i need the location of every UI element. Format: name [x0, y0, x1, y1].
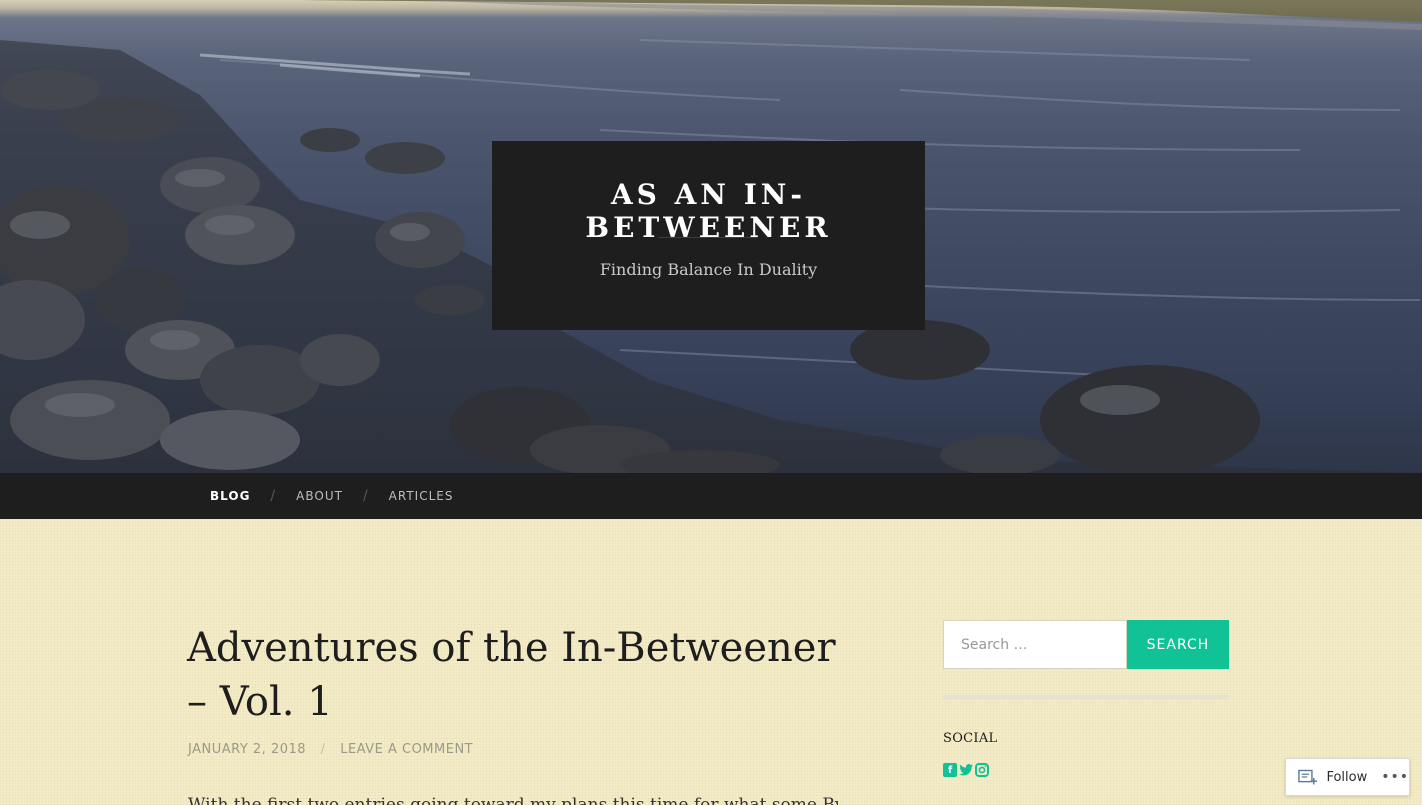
follow-icon: [1298, 769, 1318, 785]
site-title[interactable]: As an In-Betweener: [492, 178, 925, 244]
nav-item-about[interactable]: About: [296, 489, 343, 503]
post-excerpt: With the first two entries going toward …: [188, 795, 838, 805]
content-area: Adventures of the In-Betweener – Vol. 1 …: [0, 519, 1422, 805]
post-title[interactable]: Adventures of the In-Betweener – Vol. 1: [187, 621, 837, 729]
social-widget-title: Social: [943, 731, 998, 746]
site-branding: As an In-Betweener Finding Balance In Du…: [492, 141, 925, 330]
follow-label: Follow: [1326, 769, 1368, 785]
nav-item-blog[interactable]: Blog: [210, 489, 250, 503]
facebook-icon[interactable]: f: [943, 763, 957, 777]
more-options-icon[interactable]: •••: [1381, 769, 1409, 785]
instagram-icon[interactable]: [975, 763, 989, 777]
nav-item-articles[interactable]: Articles: [389, 489, 454, 503]
title-divider: [658, 237, 758, 238]
follow-button[interactable]: Follow •••: [1285, 758, 1410, 796]
post-date-link[interactable]: January 2, 2018: [188, 742, 306, 757]
leave-comment-link[interactable]: Leave a comment: [340, 742, 473, 757]
search-form: Search: [943, 620, 1229, 669]
search-input[interactable]: [943, 620, 1127, 669]
widget-divider: [943, 695, 1229, 699]
nav-separator: /: [362, 488, 369, 504]
nav-separator: /: [270, 488, 277, 504]
twitter-icon[interactable]: [959, 763, 973, 777]
social-icons: f: [943, 763, 989, 777]
meta-separator: /: [320, 742, 326, 757]
site-tagline: Finding Balance In Duality: [599, 260, 818, 279]
post-meta: January 2, 2018 / Leave a comment: [188, 742, 473, 757]
search-button[interactable]: Search: [1127, 620, 1229, 669]
header-image: As an In-Betweener Finding Balance In Du…: [0, 0, 1422, 473]
main-navigation: Blog / About / Articles: [0, 473, 1422, 519]
